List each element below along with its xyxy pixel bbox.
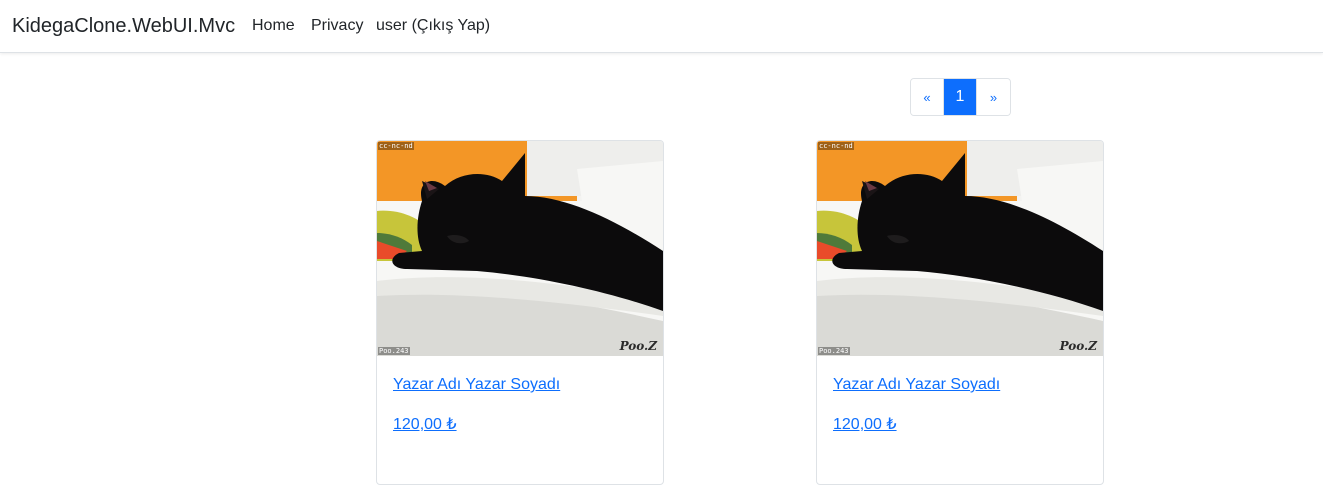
nav-link-privacy[interactable]: Privacy [311, 16, 363, 36]
pagination-next-button[interactable]: » [977, 79, 1010, 115]
nav-link-home[interactable]: Home [252, 16, 295, 36]
image-license-mark: cc-nc-nd [818, 142, 854, 150]
image-license-mark: cc-nc-nd [378, 142, 414, 150]
image-signature: Poo.Z [619, 339, 657, 353]
image-author-mark: Poo.243 [818, 347, 850, 355]
cat-photo [817, 141, 1103, 356]
product-price-link[interactable]: 120,00 ₺ [393, 415, 457, 435]
nav-link-logout[interactable]: user (Çıkış Yap) [376, 16, 490, 36]
image-signature: Poo.Z [1059, 339, 1097, 353]
product-price-link[interactable]: 120,00 ₺ [833, 415, 897, 435]
pagination: « 1 » [910, 78, 1011, 116]
brand-link[interactable]: KidegaClone.WebUI.Mvc [12, 14, 235, 38]
product-title-link[interactable]: Yazar Adı Yazar Soyadı [833, 375, 1000, 395]
product-title-link[interactable]: Yazar Adı Yazar Soyadı [393, 375, 560, 395]
pagination-prev-button[interactable]: « [911, 79, 944, 115]
cat-photo [377, 141, 663, 356]
top-navbar: KidegaClone.WebUI.Mvc Home Privacy user … [0, 0, 1323, 53]
product-card: cc-nc-nd Poo.243 Poo.Z Yazar Adı Yazar S… [816, 140, 1104, 485]
pagination-page-1[interactable]: 1 [944, 79, 977, 115]
product-card: cc-nc-nd Poo.243 Poo.Z Yazar Adı Yazar S… [376, 140, 664, 485]
product-image[interactable]: cc-nc-nd Poo.243 Poo.Z [817, 141, 1103, 356]
image-author-mark: Poo.243 [378, 347, 410, 355]
product-image[interactable]: cc-nc-nd Poo.243 Poo.Z [377, 141, 663, 356]
